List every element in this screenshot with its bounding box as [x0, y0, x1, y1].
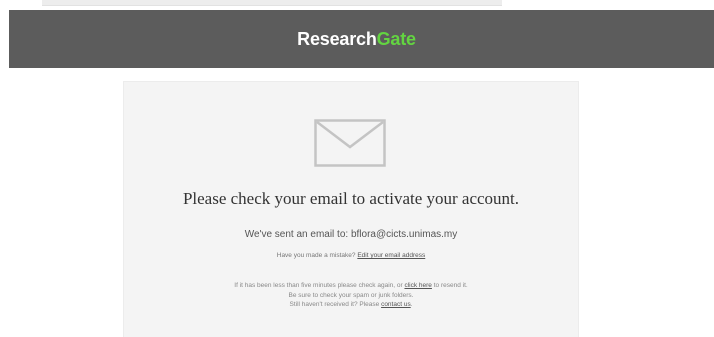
mistake-message: Have you made a mistake? Edit your email… [124, 252, 578, 259]
contact-us-link[interactable]: contact us [381, 301, 411, 308]
researchgate-logo[interactable]: ResearchGate [297, 29, 416, 50]
logo-gate-text: Gate [376, 28, 416, 49]
contact-prefix: Still haven't received it? Please [289, 301, 382, 308]
contact-suffix: . [410, 301, 413, 308]
resend-link[interactable]: click here [404, 282, 431, 289]
spam-note: Be sure to check your spam or junk folde… [288, 291, 414, 299]
sent-prefix: We've sent an email to: [244, 229, 351, 240]
logo-research-text: Research [297, 28, 377, 49]
help-text: If it has been less than five minutes pl… [124, 281, 578, 310]
resend-line: If it has been less than five minutes pl… [124, 281, 578, 291]
sent-email-message: We've sent an email to: bflora@cicts.uni… [124, 229, 578, 240]
contact-line: Still haven't received it? Please contac… [124, 300, 578, 310]
browser-top-strip [42, 0, 502, 6]
activation-card: Please check your email to activate your… [123, 81, 579, 337]
page-title: Please check your email to activate your… [182, 189, 520, 208]
edit-email-link[interactable]: Edit your email address [357, 252, 425, 259]
site-header: ResearchGate [9, 10, 714, 68]
email-address: bflora@cicts.unimas.my [350, 229, 458, 240]
mistake-prefix: Have you made a mistake? [276, 252, 358, 259]
resend-prefix: If it has been less than five minutes pl… [234, 282, 405, 289]
envelope-icon [314, 119, 386, 167]
resend-suffix: to resend it. [431, 282, 468, 289]
